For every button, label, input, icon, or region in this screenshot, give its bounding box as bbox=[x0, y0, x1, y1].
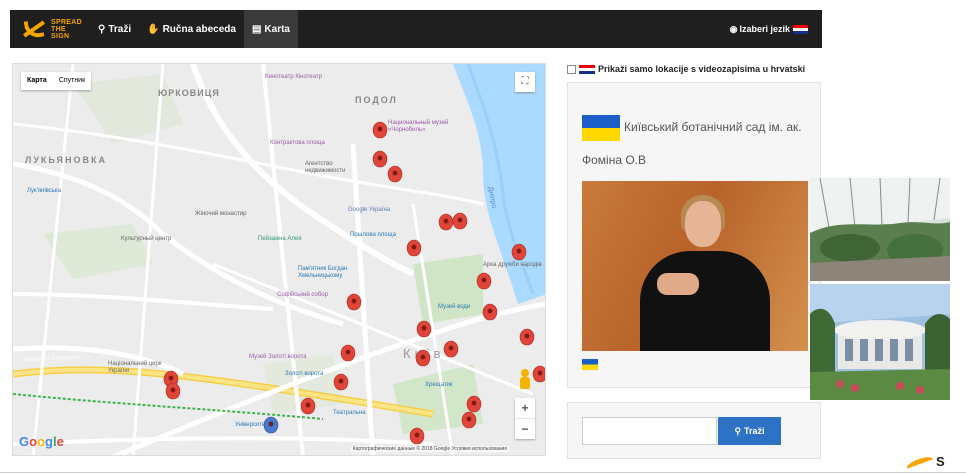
top-navbar: SPREAD THE SIGN ⚲ Traži ✋ Ručna abeceda … bbox=[10, 10, 822, 48]
fullscreen-button[interactable]: ⛶ bbox=[515, 72, 535, 92]
spread-the-sign-logo[interactable]: SPREAD THE SIGN bbox=[10, 10, 90, 48]
map-label-poi: Музей води bbox=[438, 304, 471, 310]
search-input[interactable] bbox=[582, 417, 717, 445]
search-button-label: Traži bbox=[744, 426, 765, 436]
nav-item-search[interactable]: ⚲ Traži bbox=[90, 10, 139, 48]
nav-item-label: Ručna abeceda bbox=[162, 23, 236, 35]
map-label-poi: Google Україна bbox=[348, 207, 391, 213]
map-label-poi: Музей Золоті ворота bbox=[249, 354, 307, 360]
map-label-district: ПОДОЛ bbox=[355, 95, 398, 105]
nav-item-label: Karta bbox=[264, 23, 290, 35]
location-title-block: Київський ботанічний сад ім. ак. Фоміна … bbox=[582, 111, 814, 177]
globe-icon: ◉ bbox=[729, 23, 738, 34]
map-label-poi: Пошлова площа bbox=[350, 232, 396, 238]
search-icon: ⚲ bbox=[734, 425, 742, 436]
map-label-poi: Національний цирк України bbox=[108, 361, 162, 374]
map-type-switch: Карта Спутник bbox=[21, 72, 92, 90]
footer-logo-mark-icon bbox=[905, 454, 935, 474]
filter-checkbox[interactable] bbox=[567, 64, 576, 74]
video-signer-hand bbox=[657, 273, 699, 295]
map-label-metro: Золоті ворота bbox=[285, 371, 324, 377]
map-label-city: Київ bbox=[403, 346, 445, 361]
map-view[interactable]: ЮРКОВИЦЯ ПОДОЛ ЛУКЬЯНОВКА Кинотеатр Кіно… bbox=[12, 63, 546, 456]
map-label-metro: Лук'янівська bbox=[27, 188, 62, 194]
video-signer-body bbox=[640, 251, 770, 351]
search-panel: ⚲ Traži bbox=[567, 402, 821, 459]
ukraine-flag-small-icon bbox=[582, 359, 598, 370]
map-type-map[interactable]: Карта bbox=[21, 72, 53, 90]
search-icon: ⚲ bbox=[98, 23, 106, 35]
nav-item-map[interactable]: ▤ Karta bbox=[243, 10, 298, 48]
map-label-park: Пейзажна Алея bbox=[258, 236, 302, 242]
language-label: Izaberi jezik bbox=[739, 24, 790, 34]
logo-text: SPREAD THE SIGN bbox=[51, 18, 82, 40]
map-label-district: ЛУКЬЯНОВКА bbox=[25, 155, 107, 165]
logo-mark-icon bbox=[22, 17, 46, 41]
sign-language-video[interactable] bbox=[582, 181, 808, 351]
map-label-poi: Национальный музей «Чорнобиль» bbox=[388, 120, 449, 133]
filter-label: Prikaži samo lokacije s videozapisima u … bbox=[598, 64, 806, 74]
zoom-in-button[interactable]: + bbox=[515, 398, 535, 418]
map-label-metro: Театральна bbox=[333, 410, 366, 416]
map-label-poi: Кинотеатр Кінотеатр bbox=[265, 74, 322, 80]
map-label-poi: Контрактова площа bbox=[270, 140, 325, 146]
map-label-poi: Агентство недвижимости bbox=[305, 161, 346, 174]
location-photo-greenhouse[interactable] bbox=[810, 178, 950, 281]
street-view-pegman-icon[interactable] bbox=[518, 369, 532, 391]
map-label-poi: Софійський собор bbox=[277, 292, 328, 298]
map-label-poi: Арка дружби народів bbox=[483, 262, 542, 268]
video-signer-head bbox=[685, 201, 721, 247]
video-filter[interactable]: Prikaži samo lokacije s videozapisima u … bbox=[567, 64, 805, 74]
ukraine-flag-icon bbox=[582, 114, 620, 141]
croatia-flag-icon bbox=[793, 24, 808, 34]
language-selector[interactable]: ◉ Izaberi jezik bbox=[730, 24, 822, 35]
map-label-poi: Жіночий монастир bbox=[195, 211, 247, 217]
footer-logo: S bbox=[905, 454, 945, 474]
map-label-poi: Пам'ятник Богдан Хмельницькому bbox=[298, 266, 348, 279]
location-photo-building[interactable] bbox=[810, 284, 950, 400]
zoom-out-button[interactable]: − bbox=[515, 418, 535, 439]
map-icon: ▤ bbox=[251, 23, 262, 35]
nav-item-alphabet[interactable]: ✋ Ručna abeceda bbox=[139, 10, 244, 48]
footer-logo-text: S bbox=[936, 454, 945, 469]
map-label-metro: Хрещатик bbox=[425, 382, 453, 388]
map-attribution[interactable]: Картографические данные © 2018 Google Ус… bbox=[350, 446, 509, 452]
page: SPREAD THE SIGN ⚲ Traži ✋ Ručna abeceda … bbox=[0, 0, 966, 474]
map-label-district: ЮРКОВИЦЯ bbox=[158, 88, 220, 98]
search-button[interactable]: ⚲ Traži bbox=[718, 417, 781, 445]
hand-icon: ✋ bbox=[147, 23, 160, 35]
map-type-satellite[interactable]: Спутник bbox=[53, 72, 91, 90]
zoom-control: + − bbox=[515, 398, 535, 439]
croatia-flag-icon bbox=[579, 64, 595, 74]
nav-item-label: Traži bbox=[108, 23, 132, 35]
google-logo: Google bbox=[19, 434, 64, 449]
map-label-poi: Культурный центр bbox=[121, 236, 172, 242]
map-label-metro: Університет bbox=[235, 422, 268, 428]
location-panel: Київський ботанічний сад ім. ак. Фоміна … bbox=[567, 82, 821, 388]
